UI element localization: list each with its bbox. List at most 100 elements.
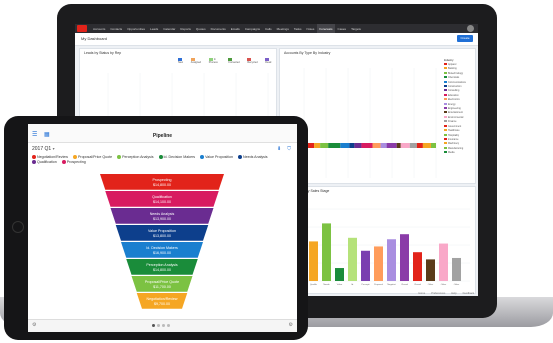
bar-segment[interactable] — [349, 143, 355, 148]
industry-legend-title: Industry — [444, 59, 454, 62]
crm-top-navigation: Accounts Contacts Opportunities Leads Calend… — [75, 24, 478, 33]
nav-item[interactable]: Contacts — [108, 24, 124, 33]
legend-swatch — [444, 98, 447, 101]
bar-segment[interactable] — [380, 143, 387, 148]
legend-item[interactable]: Value Proposition — [200, 155, 233, 160]
chart-toolbar: ⬇ ⛉ — [277, 146, 291, 152]
legend-swatch — [444, 120, 447, 123]
legend-label: Education — [448, 93, 459, 97]
bar[interactable] — [452, 257, 461, 281]
segment-label: Qualification — [152, 195, 172, 199]
nav-item[interactable]: Emails — [229, 24, 242, 33]
user-avatar-icon[interactable] — [467, 25, 474, 32]
legend-label: Banking — [448, 67, 457, 71]
legend-item[interactable]: Media — [444, 151, 474, 155]
bar[interactable] — [400, 234, 409, 281]
segment-label: Needs Analysis — [150, 212, 175, 216]
legend-item[interactable]: Proposal/Price Quote — [72, 155, 112, 160]
legend-swatch — [237, 155, 242, 160]
legend-item[interactable]: Negotiation/Review — [32, 155, 68, 160]
bar-segment[interactable] — [386, 143, 397, 148]
nav-item[interactable]: Calls — [263, 24, 274, 33]
bar[interactable] — [361, 250, 370, 281]
legend-label: Media — [448, 151, 455, 155]
nav-item[interactable]: Forecasts — [317, 24, 335, 33]
bar[interactable] — [413, 252, 422, 281]
legend-label: Communications — [448, 80, 466, 84]
bar-segment[interactable] — [314, 143, 321, 148]
nav-item[interactable]: Opportunities — [125, 24, 147, 33]
bar[interactable] — [387, 239, 396, 281]
bar-segment[interactable] — [320, 143, 329, 148]
legend-item[interactable]: Id. Decision Makers — [158, 155, 195, 160]
bar-segment[interactable] — [396, 143, 401, 148]
legend-item[interactable]: Perception Analysis — [117, 155, 154, 160]
segment-label: Perception Analysis — [146, 263, 178, 267]
bar-segment[interactable] — [422, 143, 431, 148]
bar[interactable] — [439, 243, 448, 281]
bar-segment[interactable] — [409, 143, 417, 148]
legend-label: Apparel — [448, 63, 457, 66]
footer-link[interactable]: Feedback — [463, 292, 474, 296]
nav-item[interactable]: Reports — [178, 24, 193, 33]
chevron-down-icon: ▾ — [52, 146, 55, 151]
settings-icon[interactable]: ⚙ — [32, 322, 36, 328]
bar-segment[interactable] — [361, 143, 373, 148]
nav-item[interactable]: Quotes — [194, 24, 208, 33]
bar-segment[interactable] — [328, 143, 341, 148]
bar[interactable] — [309, 241, 318, 281]
bar-segment[interactable] — [400, 143, 410, 148]
tablet-bottom-bar: ⚙ ⚙ — [28, 319, 297, 332]
nav-item[interactable]: Documents — [209, 24, 228, 33]
industry-legend: Industry Apparel Banking Biotechnology Chem… — [444, 59, 474, 181]
nav-item[interactable]: Notes — [305, 24, 317, 33]
legend-swatch — [444, 146, 447, 149]
footer-link[interactable]: Help — [451, 292, 456, 296]
legend-label: Engineering — [448, 107, 461, 111]
legend-label: Finance — [448, 120, 457, 124]
settings-icon[interactable]: ⚙ — [289, 322, 293, 328]
bar[interactable] — [322, 223, 331, 281]
footer-link[interactable]: Home — [418, 292, 425, 296]
legend-label: Entertainment — [448, 111, 463, 115]
legend-item[interactable]: Needs Analysis — [237, 155, 268, 160]
segment-value: $14,800.00 — [153, 268, 171, 272]
legend-swatch — [444, 102, 447, 105]
bar-segment[interactable] — [372, 143, 381, 148]
tick-label: Qualific — [310, 284, 318, 286]
legend-swatch — [444, 137, 447, 140]
nav-item[interactable]: Accounts — [91, 24, 107, 33]
period-selector[interactable]: 2017 Q1 ▾ — [32, 146, 55, 152]
accounts-by-industry-dashlet: Accounts By Type By Industry Customer In… — [279, 48, 476, 184]
legend-swatch — [72, 155, 77, 160]
nav-item[interactable]: Leads — [148, 24, 160, 33]
sales-stage-bar-chart: ProspectQualificNeedsValueId.PerceptiPro… — [294, 208, 470, 286]
tick-label: Proposal — [374, 283, 383, 286]
nav-item[interactable]: Meetings — [275, 24, 291, 33]
tablet-home-button[interactable] — [12, 221, 24, 233]
bar[interactable] — [348, 237, 357, 281]
bar[interactable] — [374, 246, 383, 281]
segment-label: Negotiation/Review — [147, 297, 178, 301]
tick-label: Other — [428, 283, 434, 286]
filter-icon[interactable]: ⛉ — [287, 146, 291, 152]
bar-segment[interactable] — [354, 143, 362, 148]
legend-label: Biotechnology — [448, 71, 464, 75]
bar-segment[interactable] — [340, 143, 350, 148]
bar-segment[interactable] — [416, 143, 423, 148]
nav-item[interactable]: Targets — [349, 24, 363, 33]
footer-link[interactable]: Preferences — [431, 292, 445, 296]
segment-value: $13,900.00 — [153, 217, 171, 221]
bar[interactable] — [335, 268, 344, 281]
nav-item[interactable]: Campaigns — [243, 24, 262, 33]
legend-swatch — [158, 155, 163, 160]
bar-segment[interactable] — [430, 143, 436, 148]
tick-label: Percepti — [361, 283, 370, 286]
create-button[interactable]: Create — [457, 35, 473, 42]
nav-item[interactable]: Tasks — [292, 24, 304, 33]
nav-item[interactable]: Cases — [336, 24, 349, 33]
nav-item[interactable]: Calendar — [161, 24, 177, 33]
bar[interactable] — [426, 259, 435, 281]
segment-label: Id. Decision Makers — [146, 246, 178, 250]
download-icon[interactable]: ⬇ — [277, 146, 281, 152]
